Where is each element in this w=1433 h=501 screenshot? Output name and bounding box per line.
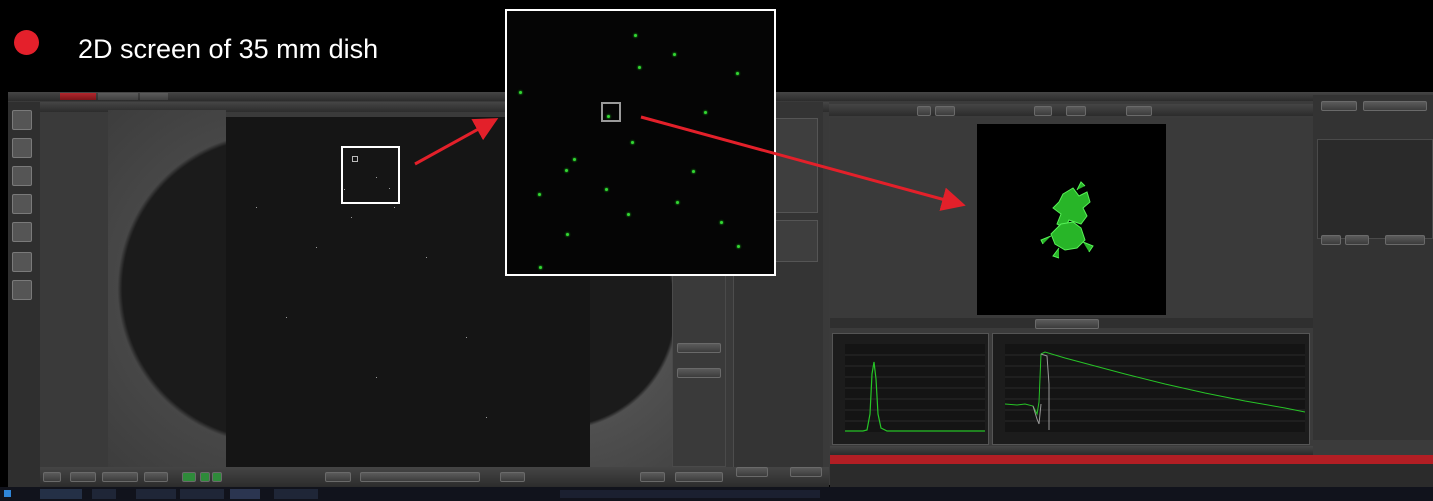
callout-arrow	[414, 118, 499, 166]
callout-arrow	[640, 115, 966, 211]
taskbar-item[interactable]	[230, 489, 260, 499]
taskbar-item[interactable]	[40, 489, 82, 499]
system-tray	[560, 490, 820, 498]
callout-arrows	[414, 115, 966, 211]
taskbar-item[interactable]	[180, 489, 224, 499]
taskbar-item[interactable]	[136, 489, 176, 499]
taskbar-item[interactable]	[274, 489, 318, 499]
taskbar-item[interactable]	[92, 489, 116, 499]
os-taskbar	[0, 487, 1433, 501]
start-icon[interactable]	[4, 490, 11, 497]
